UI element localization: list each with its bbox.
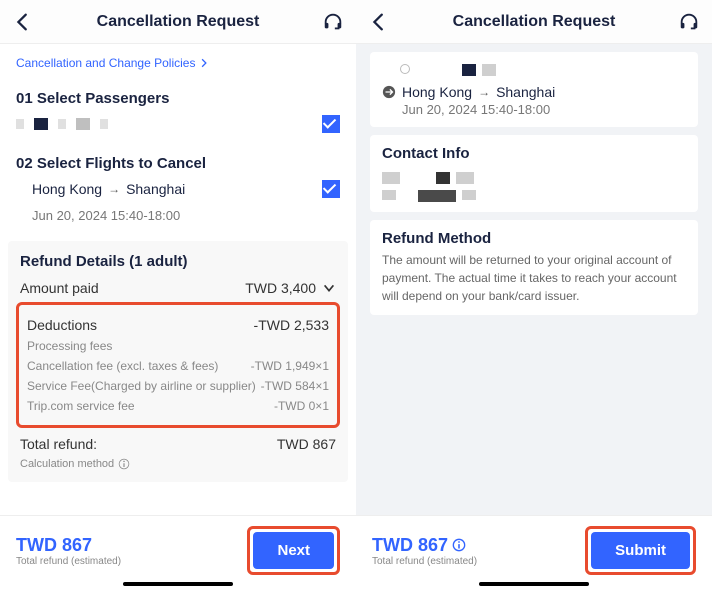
policies-link[interactable]: Cancellation and Change Policies: [0, 44, 356, 82]
refund-method-title: Refund Method: [382, 230, 686, 247]
fee-value: -TWD 0×1: [274, 399, 329, 413]
flight-select-row[interactable]: Hong Kong → Shanghai: [0, 176, 356, 202]
flight-from: Hong Kong: [32, 181, 102, 197]
chevron-down-icon[interactable]: [322, 281, 336, 295]
info-icon: [118, 458, 130, 470]
processing-fees-label: Processing fees: [27, 339, 329, 353]
home-indicator: [479, 582, 589, 586]
refund-details: Refund Details (1 adult) Amount paid TWD…: [8, 241, 348, 482]
fee-label: Trip.com service fee: [27, 399, 135, 413]
info-icon[interactable]: [452, 538, 466, 552]
footer-sub: Total refund (estimated): [16, 556, 247, 567]
flight-from: Hong Kong: [402, 84, 472, 100]
refund-title: Refund Details (1 adult): [20, 253, 336, 270]
header: Cancellation Request: [356, 0, 712, 44]
contact-title: Contact Info: [382, 145, 686, 162]
flight-to: Shanghai: [496, 84, 555, 100]
flight-datetime: Jun 20, 2024 15:40-18:00: [402, 102, 686, 117]
back-icon[interactable]: [12, 11, 34, 33]
header: Cancellation Request: [0, 0, 356, 44]
fee-label: Service Fee(Charged by airline or suppli…: [27, 379, 256, 393]
fee-value: -TWD 1,949×1: [251, 359, 329, 373]
body: Cancellation and Change Policies 01 Sele…: [0, 44, 356, 589]
plane-icon: [382, 85, 396, 99]
passenger-row[interactable]: [0, 111, 356, 137]
redacted: [400, 64, 686, 76]
next-highlight: Next: [247, 526, 340, 575]
contact-card: Contact Info: [370, 135, 698, 212]
amount-paid-value: TWD 3,400: [245, 280, 316, 296]
checkbox-icon[interactable]: [322, 180, 340, 198]
calc-method-link[interactable]: Calculation method: [20, 458, 336, 470]
chevron-right-icon: [199, 58, 209, 68]
submit-button[interactable]: Submit: [591, 532, 690, 569]
support-icon[interactable]: [678, 11, 700, 33]
checkbox-icon[interactable]: [322, 115, 340, 133]
submit-highlight: Submit: [585, 526, 696, 575]
link-text: Cancellation and Change Policies: [16, 56, 195, 70]
support-icon[interactable]: [322, 11, 344, 33]
flight-card: Hong Kong → Shanghai Jun 20, 2024 15:40-…: [370, 52, 698, 127]
page-title: Cancellation Request: [390, 13, 678, 31]
arrow-right-icon: →: [478, 85, 490, 99]
home-indicator: [123, 582, 233, 586]
arrow-right-icon: →: [108, 182, 120, 196]
refund-method-card: Refund Method The amount will be returne…: [370, 220, 698, 315]
footer-amount: TWD 867: [372, 535, 448, 556]
fee-value: -TWD 584×1: [261, 379, 329, 393]
flight-datetime: Jun 20, 2024 15:40-18:00: [0, 202, 356, 231]
body: Hong Kong → Shanghai Jun 20, 2024 15:40-…: [356, 44, 712, 589]
footer-sub: Total refund (estimated): [372, 556, 585, 567]
deductions-label: Deductions: [27, 317, 97, 333]
fee-label: Cancellation fee (excl. taxes & fees): [27, 359, 218, 373]
page-title: Cancellation Request: [34, 13, 322, 31]
footer: TWD 867 Total refund (estimated) Submit: [356, 515, 712, 589]
left-screen: Cancellation Request Cancellation and Ch…: [0, 0, 356, 589]
deductions-value: -TWD 2,533: [254, 317, 329, 333]
total-refund-label: Total refund:: [20, 436, 97, 452]
next-button[interactable]: Next: [253, 532, 334, 569]
deductions-highlight: Deductions -TWD 2,533 Processing fees Ca…: [16, 302, 340, 428]
refund-method-text: The amount will be returned to your orig…: [382, 251, 686, 305]
back-icon[interactable]: [368, 11, 390, 33]
footer-amount: TWD 867: [16, 535, 247, 556]
step2-title: 02 Select Flights to Cancel: [0, 147, 356, 176]
step1-title: 01 Select Passengers: [0, 82, 356, 111]
amount-paid-row[interactable]: Amount paid TWD 3,400: [20, 280, 336, 296]
flight-to: Shanghai: [126, 181, 185, 197]
passenger-redacted: [16, 118, 108, 130]
total-refund-value: TWD 867: [277, 436, 336, 452]
right-screen: Cancellation Request Hong Kong → Shangha…: [356, 0, 712, 589]
footer: TWD 867 Total refund (estimated) Next: [0, 515, 356, 589]
amount-paid-label: Amount paid: [20, 280, 99, 296]
